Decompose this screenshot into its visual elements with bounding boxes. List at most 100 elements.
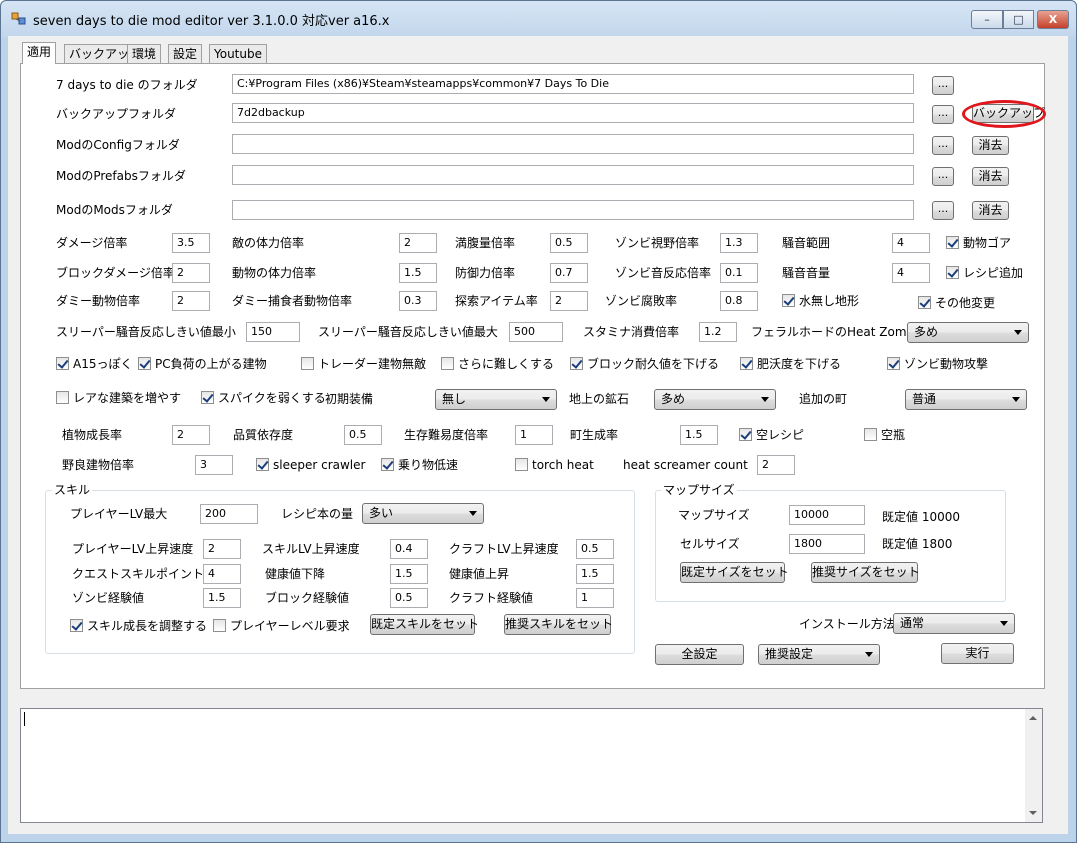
default-skill-button[interactable]: 既定スキルをセット (370, 614, 479, 635)
health-increase-input[interactable]: 1.5 (576, 564, 614, 584)
damage-rate-input[interactable]: 3.5 (172, 233, 210, 253)
defense-rate-input[interactable]: 0.7 (550, 263, 588, 283)
trader-invincible-checkbox[interactable]: トレーダー建物無敵 (301, 357, 426, 371)
empty-recipe-checkbox[interactable]: 空レシピ (739, 428, 804, 442)
close-button[interactable]: X (1037, 10, 1069, 29)
install-method-select[interactable]: 通常 (893, 613, 1015, 634)
heat-screamer-input[interactable]: 2 (757, 455, 795, 475)
scroll-down-icon[interactable] (1029, 811, 1037, 815)
mods-folder-input[interactable] (232, 200, 914, 220)
enemy-hp-rate-input[interactable]: 2 (399, 233, 437, 253)
all-settings-button[interactable]: 全設定 (655, 644, 744, 665)
preset-select[interactable]: 推奨設定 (758, 644, 880, 665)
animal-gore-label: 動物ゴア (963, 236, 1012, 250)
no-water-terrain-checkbox[interactable]: 水無し地形 (782, 294, 859, 308)
town-generation-input[interactable]: 1.5 (680, 425, 718, 445)
cell-size-input[interactable]: 1800 (789, 534, 865, 554)
a15-like-label: A15っぽく (73, 357, 133, 371)
zombie-animal-attack-checkbox[interactable]: ゾンビ動物攻撃 (887, 357, 988, 371)
player-level-requirement-checkbox[interactable]: プレイヤーレベル要求 (213, 619, 350, 633)
mods-folder-clear-button[interactable]: 消去 (972, 201, 1009, 220)
adjust-skill-growth-checkbox[interactable]: スキル成長を調整する (70, 619, 207, 633)
noise-volume-input[interactable]: 4 (892, 263, 930, 283)
config-folder-input[interactable] (232, 134, 914, 154)
animal-gore-checkbox[interactable]: 動物ゴア (946, 236, 1011, 250)
backup-folder-input[interactable]: 7d2dbackup (232, 103, 914, 123)
scroll-up-icon[interactable] (1029, 716, 1037, 720)
zombie-sound-rate-input[interactable]: 0.1 (720, 263, 758, 283)
zombie-xp-input[interactable]: 1.5 (203, 588, 241, 608)
prefabs-folder-input[interactable] (232, 165, 914, 185)
config-folder-browse-button[interactable]: ... (932, 136, 954, 155)
backup-folder-browse-button[interactable]: ... (932, 105, 954, 124)
other-changes-checkbox[interactable]: その他変更 (918, 296, 995, 310)
animal-hp-rate-label: 動物の体力倍率 (232, 266, 317, 280)
prefabs-folder-clear-button[interactable]: 消去 (972, 167, 1009, 186)
block-xp-input[interactable]: 0.5 (390, 588, 428, 608)
player-lv-max-label: プレイヤーLV最大 (70, 507, 168, 521)
quest-skill-point-input[interactable]: 4 (203, 564, 241, 584)
initial-equipment-select[interactable]: 無し (435, 389, 557, 410)
wild-building-rate-input[interactable]: 3 (195, 455, 233, 475)
checkbox-mark (256, 458, 269, 471)
block-durability-checkbox[interactable]: ブロック耐久値を下げる (570, 357, 719, 371)
backup-button[interactable]: バックアップ (972, 104, 1045, 123)
mods-folder-browse-button[interactable]: ... (932, 201, 954, 220)
recommended-skill-button[interactable]: 推奨スキルをセット (504, 614, 613, 635)
extra-towns-select[interactable]: 普通 (905, 389, 1027, 410)
minimize-button[interactable]: – (971, 10, 1003, 29)
weak-spikes-checkbox[interactable]: スパイクを弱くする (201, 391, 326, 405)
survival-difficulty-input[interactable]: 1 (515, 425, 553, 445)
satiety-rate-input[interactable]: 0.5 (550, 233, 588, 253)
slow-vehicle-checkbox[interactable]: 乗り物低速 (381, 458, 458, 472)
recipe-book-select[interactable]: 多い (362, 503, 484, 524)
recommended-size-button[interactable]: 推奨サイズをセット (811, 562, 920, 583)
log-textarea[interactable] (20, 708, 1043, 823)
craft-xp-input[interactable]: 1 (576, 588, 614, 608)
sleeper-crawler-checkbox[interactable]: sleeper crawler (256, 458, 365, 472)
health-decrease-input[interactable]: 1.5 (390, 564, 428, 584)
run-button[interactable]: 実行 (941, 643, 1014, 664)
torch-heat-checkbox[interactable]: torch heat (515, 458, 594, 472)
animal-hp-rate-input[interactable]: 1.5 (399, 263, 437, 283)
maximize-button[interactable]: □ (1003, 10, 1034, 29)
fertility-checkbox[interactable]: 肥沃度を下げる (740, 357, 841, 371)
title-bar[interactable]: seven days to die mod editor ver 3.1.0.0… (1, 1, 1076, 37)
a15-like-checkbox[interactable]: A15っぽく (56, 357, 132, 371)
sleeper-min-input[interactable]: 150 (246, 322, 300, 342)
tab-settings[interactable]: 設定 (168, 44, 203, 64)
checkbox-mark (381, 458, 394, 471)
loot-rate-input[interactable]: 2 (550, 291, 588, 311)
quality-dependency-input[interactable]: 0.5 (344, 425, 382, 445)
tab-apply[interactable]: 適用 (22, 42, 57, 64)
skill-lv-speed-input[interactable]: 0.4 (390, 539, 428, 559)
craft-lv-speed-input[interactable]: 0.5 (576, 539, 614, 559)
plant-growth-input[interactable]: 2 (172, 425, 210, 445)
player-lv-max-input[interactable]: 200 (200, 504, 258, 524)
default-size-button[interactable]: 既定サイズをセット (680, 562, 789, 583)
log-scrollbar[interactable] (1025, 709, 1042, 822)
pc-load-buildings-checkbox[interactable]: PC負荷の上がる建物 (138, 357, 267, 371)
zombie-decay-rate-input[interactable]: 0.8 (720, 291, 758, 311)
sleeper-max-input[interactable]: 500 (509, 322, 563, 342)
add-recipe-checkbox[interactable]: レシピ追加 (946, 266, 1023, 280)
rare-buildings-checkbox[interactable]: レアな建築を増やす (56, 391, 181, 405)
zombie-vision-rate-input[interactable]: 1.3 (720, 233, 758, 253)
prefabs-folder-browse-button[interactable]: ... (932, 167, 954, 186)
tab-youtube[interactable]: Youtube (209, 44, 267, 64)
harder-checkbox[interactable]: さらに難しくする (441, 357, 554, 371)
block-damage-rate-input[interactable]: 2 (172, 263, 210, 283)
heat-zombie-select[interactable]: 多め (907, 322, 1029, 343)
dummy-animal-rate-input[interactable]: 2 (172, 291, 210, 311)
game-folder-browse-button[interactable]: ... (932, 76, 954, 95)
empty-jar-checkbox[interactable]: 空瓶 (864, 428, 905, 442)
surface-ore-select[interactable]: 多め (654, 389, 776, 410)
noise-range-input[interactable]: 4 (892, 233, 930, 253)
game-folder-input[interactable]: C:¥Program Files (x86)¥Steam¥steamapps¥c… (232, 74, 914, 94)
stamina-rate-input[interactable]: 1.2 (699, 322, 737, 342)
tab-environment[interactable]: 環境 (127, 44, 162, 64)
player-lv-speed-input[interactable]: 2 (203, 539, 241, 559)
map-size-input[interactable]: 10000 (789, 505, 865, 525)
dummy-predator-rate-input[interactable]: 0.3 (399, 291, 437, 311)
config-folder-clear-button[interactable]: 消去 (972, 136, 1009, 155)
